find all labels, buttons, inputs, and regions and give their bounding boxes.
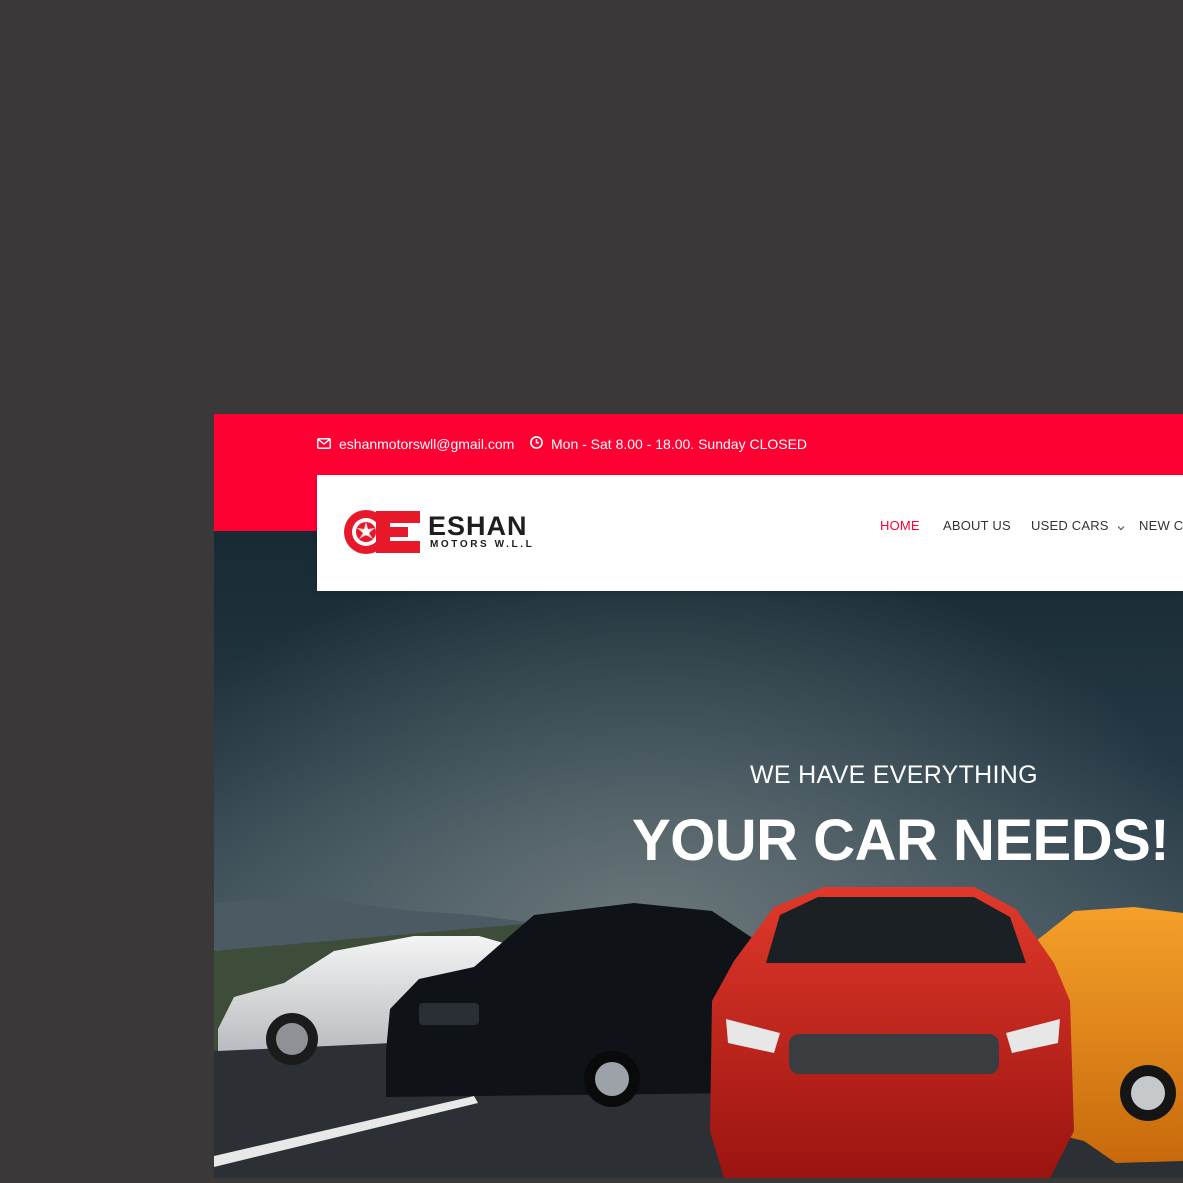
brand-logo-mark [344, 510, 420, 554]
nav-item-used-cars-label: USED CARS [1031, 518, 1109, 533]
nav-item-used-cars[interactable]: USED CARS [1031, 518, 1125, 534]
site-logo[interactable]: ESHAN MOTORS W.L.L [342, 508, 552, 558]
chevron-down-icon [1117, 519, 1125, 534]
website-frame: eshanmotorswll@gmail.com Mon - Sat 8.00 … [214, 414, 1183, 1178]
nav-item-new-cars[interactable]: NEW CA [1139, 518, 1183, 533]
clock-icon [530, 436, 551, 452]
hero-banner: WE HAVE EVERYTHING YOUR CAR NEEDS! [214, 531, 1183, 1178]
main-navigation-bar: ESHAN MOTORS W.L.L HOME ABOUT US USED CA… [317, 475, 1183, 591]
nav-item-home[interactable]: HOME [880, 518, 920, 533]
envelope-icon [317, 436, 339, 452]
brand-tagline: MOTORS W.L.L [430, 539, 535, 550]
email-text[interactable]: eshanmotorswll@gmail.com [339, 436, 514, 452]
hero-subtitle: WE HAVE EVERYTHING [750, 761, 1038, 789]
hero-title: YOUR CAR NEEDS! [632, 808, 1170, 873]
email-link[interactable]: eshanmotorswll@gmail.com [317, 436, 514, 452]
nav-item-about-us[interactable]: ABOUT US [943, 518, 1011, 533]
brand-name: ESHAN [428, 511, 528, 541]
opening-hours-text: Mon - Sat 8.00 - 18.00. Sunday CLOSED [551, 436, 808, 452]
opening-hours: Mon - Sat 8.00 - 18.00. Sunday CLOSED [530, 436, 807, 452]
